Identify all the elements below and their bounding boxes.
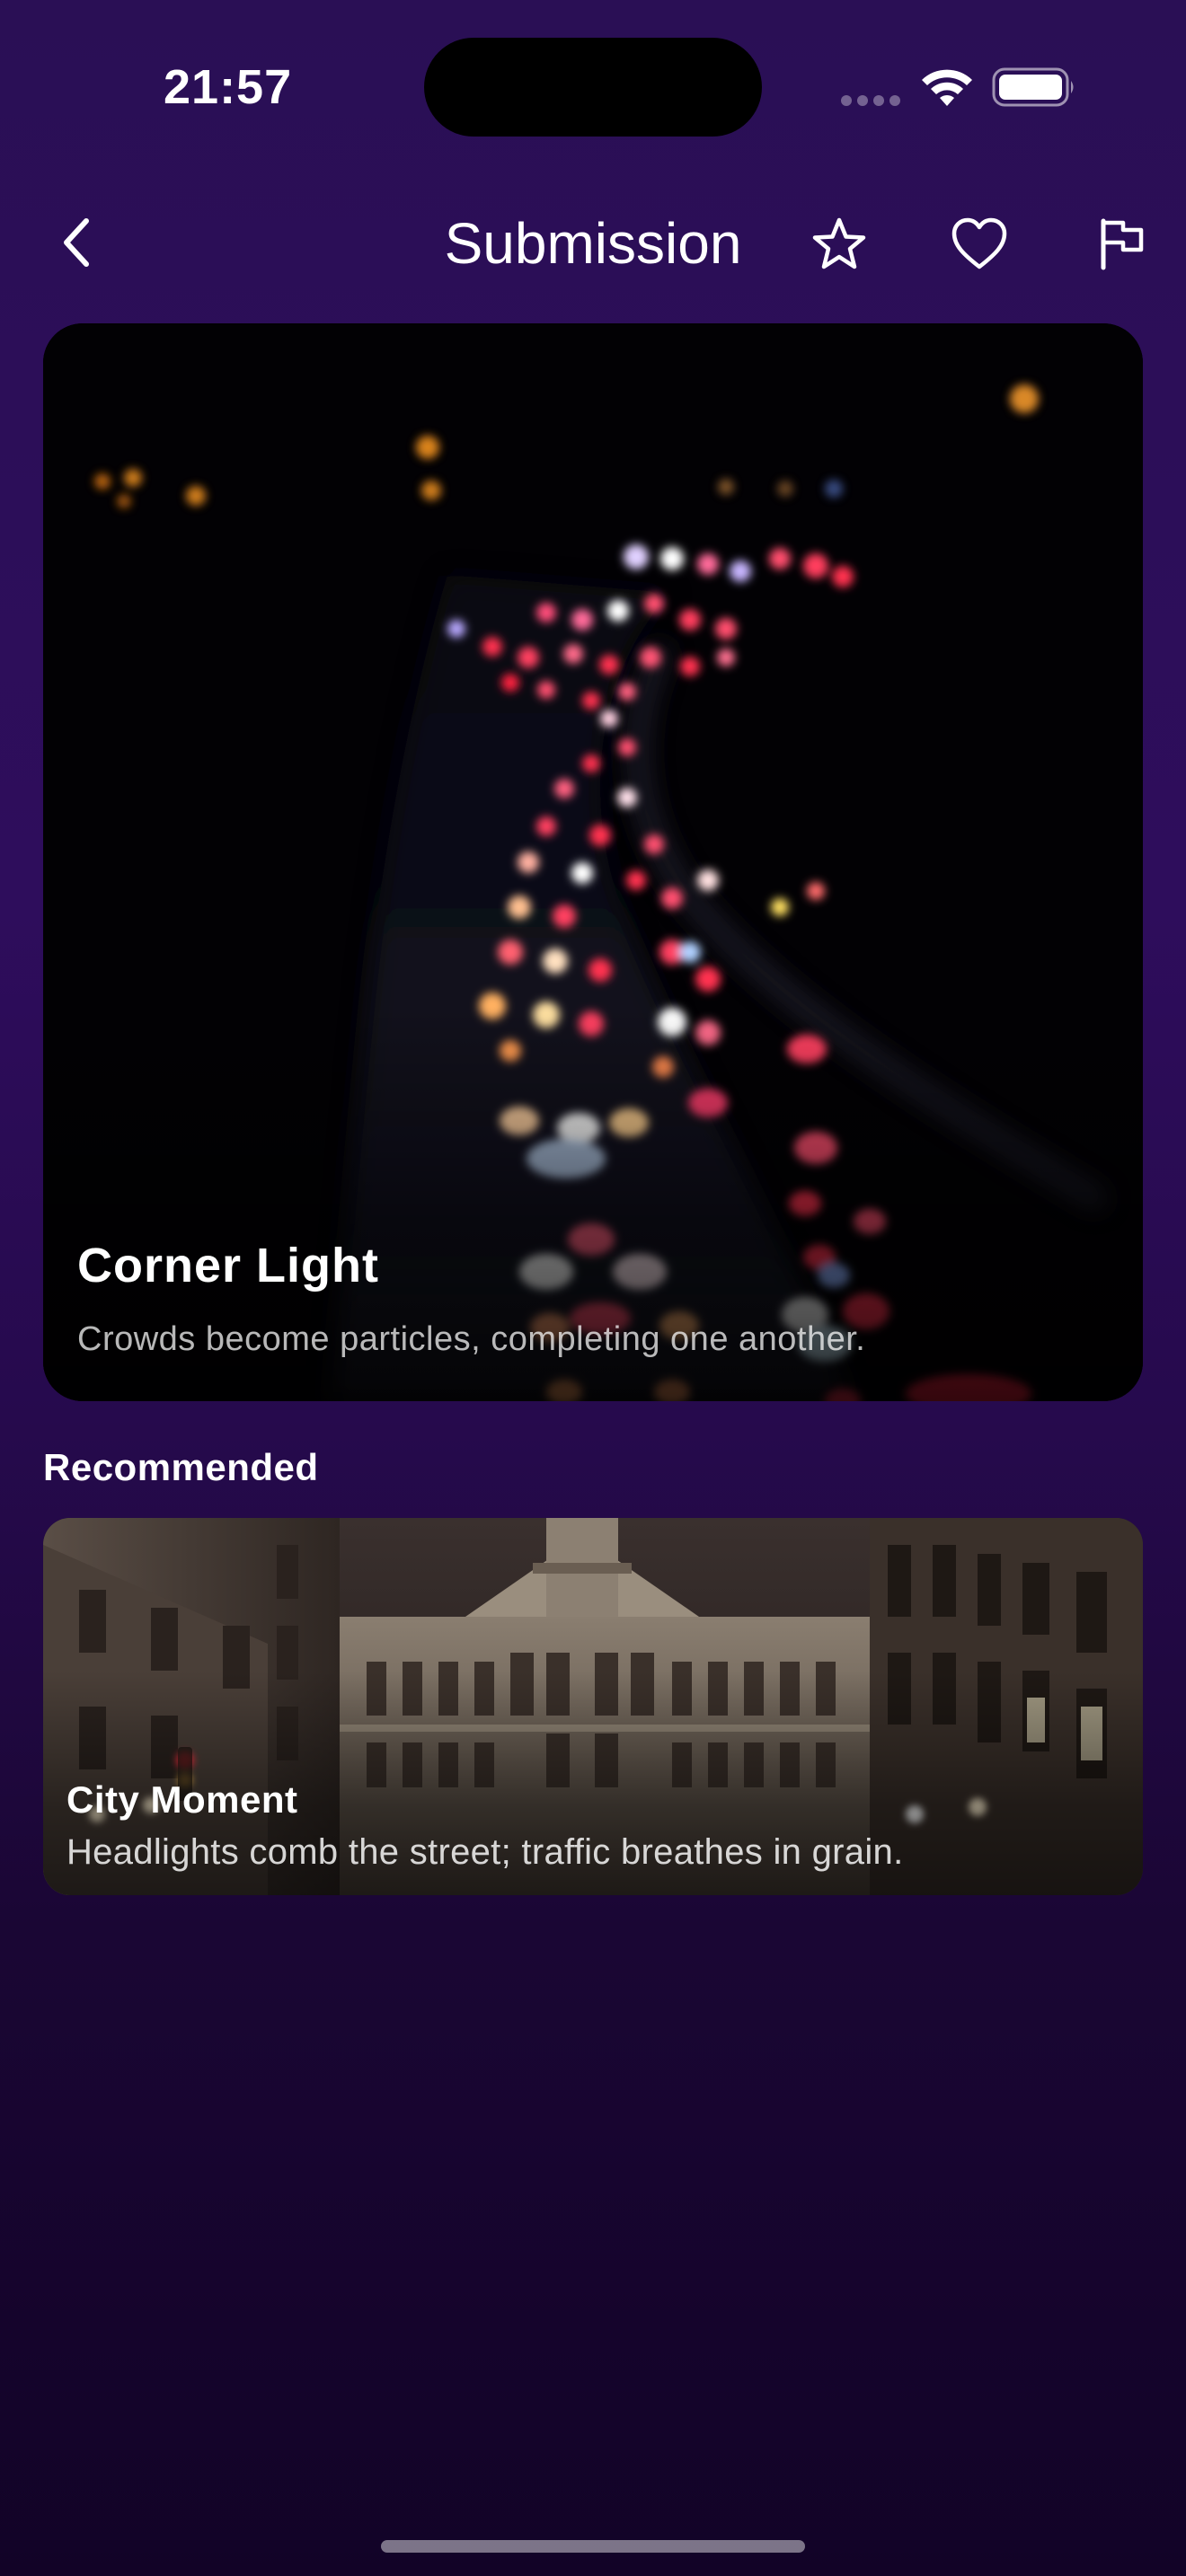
- status-bar: 21:57: [0, 0, 1186, 171]
- star-icon: [812, 217, 866, 269]
- status-time: 21:57: [164, 60, 293, 114]
- report-flag-button[interactable]: [1093, 216, 1150, 273]
- page-title: Submission: [444, 211, 742, 276]
- favorite-star-button[interactable]: [810, 216, 868, 273]
- home-indicator[interactable]: [381, 2540, 805, 2553]
- chevron-left-icon: [64, 218, 89, 267]
- back-button[interactable]: [50, 216, 104, 269]
- like-heart-button[interactable]: [951, 216, 1008, 273]
- dynamic-island: [424, 38, 762, 137]
- recommended-card-title: City Moment: [66, 1778, 298, 1821]
- navigation-bar: Submission: [0, 198, 1186, 287]
- hero-submission-card[interactable]: Corner Light Crowds become particles, co…: [43, 323, 1143, 1401]
- heart-icon: [951, 217, 1007, 269]
- wifi-icon: [922, 69, 972, 106]
- recommended-card-subtitle: Headlights comb the street; traffic brea…: [66, 1832, 904, 1872]
- hero-title: Corner Light: [77, 1239, 379, 1292]
- recommended-card[interactable]: City Moment Headlights comb the street; …: [43, 1518, 1143, 1895]
- recommended-heading: Recommended: [43, 1446, 319, 1488]
- hero-subtitle: Crowds become particles, completing one …: [77, 1320, 866, 1358]
- battery-icon: [992, 67, 1074, 107]
- flag-icon: [1101, 218, 1144, 270]
- cellular-signal-icon: [841, 95, 902, 106]
